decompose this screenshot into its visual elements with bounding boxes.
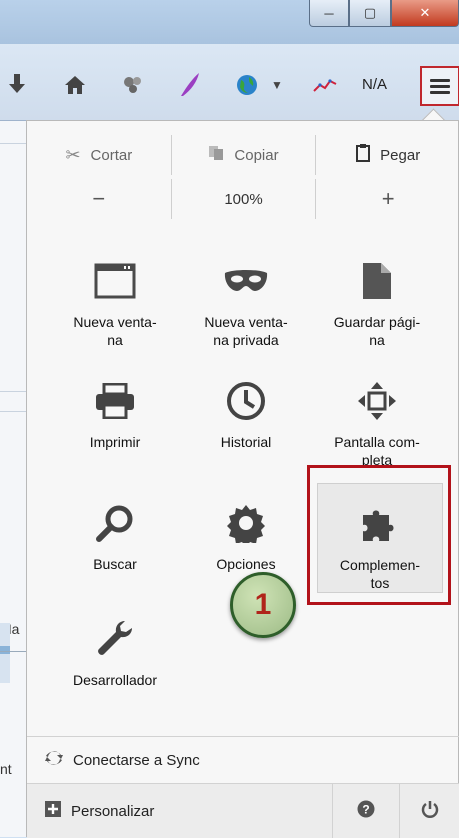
copy-button[interactable]: Copiar [170, 135, 316, 175]
hamburger-icon [430, 76, 450, 97]
sync-label: Conectarse a Sync [73, 751, 200, 769]
puzzle-addon-icon[interactable] [118, 70, 148, 100]
navigation-toolbar: ▼ N/A [0, 44, 459, 121]
search-icon [96, 497, 134, 549]
zoom-reset-button[interactable]: 100% [170, 179, 316, 219]
plus-square-icon [45, 801, 61, 821]
new-private-window-button[interactable]: Nueva venta-na privada [180, 241, 312, 361]
open-menu-button[interactable] [420, 66, 459, 106]
sync-button[interactable]: Conectarse a Sync [27, 736, 459, 783]
cut-button[interactable]: ✂ Cortar [27, 135, 171, 175]
copy-icon [208, 145, 224, 166]
cut-label: Cortar [90, 146, 133, 164]
background-page: Ma nt [0, 121, 26, 837]
tile-label: Nueva venta-na privada [204, 314, 288, 348]
highlight-box [307, 465, 451, 605]
developer-button[interactable]: Desarrollador [49, 599, 181, 719]
find-button[interactable]: Buscar [49, 483, 181, 603]
quill-icon[interactable] [175, 70, 205, 100]
gear-icon [226, 497, 266, 549]
home-icon[interactable] [60, 70, 90, 100]
printer-icon [95, 375, 135, 427]
globe-icon[interactable] [232, 70, 262, 100]
na-label[interactable]: N/A [362, 76, 387, 93]
fullscreen-icon [357, 375, 397, 427]
quit-button[interactable] [399, 784, 459, 838]
scissors-icon: ✂ [65, 144, 81, 165]
tile-label: Nueva venta-na [73, 314, 157, 348]
download-icon[interactable] [2, 70, 32, 100]
maximize-button[interactable]: ▢ [349, 0, 391, 27]
print-button[interactable]: Imprimir [49, 361, 181, 481]
dropdown-icon[interactable]: ▼ [262, 70, 292, 100]
history-button[interactable]: Historial [180, 361, 312, 481]
close-button[interactable]: ✕ [391, 0, 459, 27]
footer-bar: Personalizar ? [27, 783, 459, 838]
clock-icon [226, 375, 266, 427]
save-page-button[interactable]: Guardar pági-na [311, 241, 443, 361]
tile-label: Desarrollador [72, 672, 158, 688]
tile-label: Pantalla com-pleta [334, 434, 420, 468]
chart-icon[interactable] [310, 70, 340, 100]
sync-icon [45, 749, 63, 771]
zoom-out-button[interactable]: − [27, 179, 171, 219]
window-icon [94, 255, 136, 307]
wrench-icon [95, 613, 135, 665]
customize-button[interactable]: Personalizar [27, 801, 332, 821]
tile-label: Opciones [216, 556, 276, 572]
tile-label: Buscar [93, 556, 137, 572]
new-window-button[interactable]: Nueva venta-na [49, 241, 181, 361]
title-bar: ─ ▢ ✕ [0, 0, 459, 44]
tile-label: Historial [220, 434, 272, 450]
zoom-in-button[interactable]: + [315, 179, 459, 219]
page-icon [361, 255, 393, 307]
power-icon [421, 800, 439, 822]
minimize-button[interactable]: ─ [309, 0, 349, 27]
fullscreen-button[interactable]: Pantalla com-pleta [311, 361, 443, 481]
edit-controls: ✂ Cortar Copiar Pegar [27, 135, 459, 175]
paste-button[interactable]: Pegar [315, 135, 459, 175]
svg-text:?: ? [362, 803, 369, 817]
clipboard-icon [356, 143, 371, 167]
help-button[interactable]: ? [332, 784, 399, 838]
background-text-2: nt [0, 761, 12, 777]
zoom-controls: − 100% + [27, 179, 459, 219]
paste-label: Pegar [380, 146, 421, 164]
copy-label: Copiar [234, 146, 279, 164]
step-badge: 1 [230, 572, 296, 638]
tile-label: Imprimir [89, 434, 141, 450]
tile-label: Guardar pági-na [333, 314, 421, 348]
mask-icon [223, 255, 269, 307]
customize-label: Personalizar [71, 802, 155, 820]
help-icon: ? [357, 800, 375, 822]
